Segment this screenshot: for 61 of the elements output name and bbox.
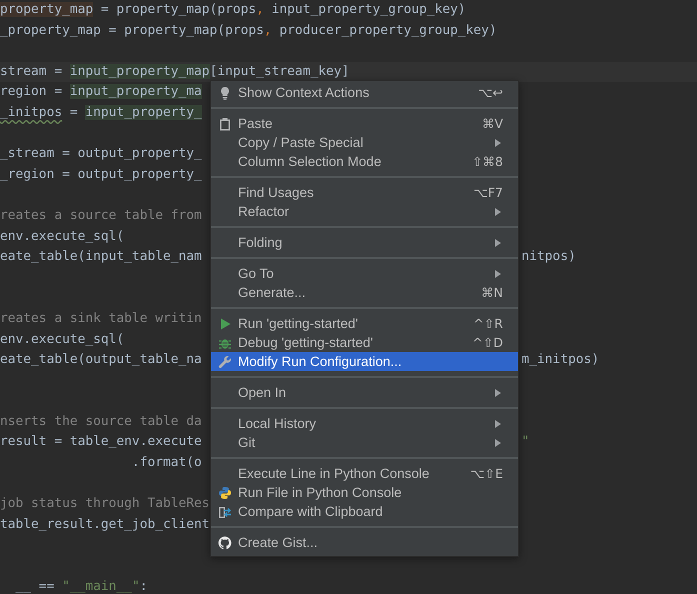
code-text: env.execute_sql( [0,332,124,346]
menu-item[interactable]: Find Usages ⌥F7 [211,183,518,202]
code-editor[interactable] [0,0,697,594]
menu-item[interactable]: Create Gist... [211,533,518,552]
code-text: eate_table(input_table_nam [0,249,202,264]
menu-item[interactable]: Run File in Python Console [211,483,518,502]
menu-item[interactable]: Execute Line in Python Console ⌥⇧E [211,464,518,483]
menu-item[interactable]: Copy / Paste Special [211,133,518,152]
menu-item[interactable]: Modify Run Configuration... [211,352,518,371]
code-text: _initpos [0,104,62,120]
code-text: property_map [0,2,94,17]
menu-item[interactable]: Folding [211,233,518,252]
code-text: [input_stream_key] [210,64,350,79]
code-text: : [140,578,148,594]
code-text: = property_map(props [100,2,256,17]
menu-item[interactable]: Go To [211,264,518,283]
code-text: table_result.get_job_client [0,516,210,532]
clipboard-icon [218,116,232,130]
code-text: "__main__" [62,578,140,594]
code-text: region = [0,84,64,100]
code-text: result = table_env.execute [0,434,202,450]
code-text: = [68,104,79,120]
code-text: input_property_ma [70,84,202,100]
menu-item[interactable]: Paste ⌘V [211,114,518,133]
code-text: , [256,2,264,17]
menu-item[interactable]: Git [211,433,518,452]
code-text: input_property_group_key) [270,2,466,17]
code-text: job status through TableRes [0,496,210,512]
code-text: input_property_ [85,104,202,120]
code-text: _property_map = property_map(props [0,22,264,38]
code-text: " [522,434,530,450]
menu-item[interactable]: Compare with Clipboard [211,502,518,521]
code-text: __ == [14,578,56,594]
menu-item[interactable]: Debug 'getting-started' ^⇧D [211,333,518,352]
code-text: _region = output_property_ [0,166,202,182]
menu-item[interactable]: Open In [211,383,518,402]
menu-item[interactable]: Generate... ⌘N [211,283,518,302]
code-text: m_initpos) [522,352,600,368]
menu-item[interactable]: Refactor [211,202,518,221]
code-text: nitpos) [522,249,576,264]
menu-item[interactable]: Local History [211,414,518,433]
code-text: nserts the source table da [0,414,202,429]
compare-icon [218,504,232,518]
wrench-icon [218,354,232,368]
code-text: reates a sink table writin [0,310,202,326]
code-text: input_property_map [70,64,210,79]
code-text: , [264,22,272,38]
code-text: env.execute_sql( [0,228,124,244]
code-text: reates a source table from [0,208,202,223]
lightbulb-icon [218,86,232,100]
cat-silhouette-icon [218,536,232,550]
snake-logo-icon [218,486,232,500]
play-icon [218,316,232,330]
menu-item[interactable]: Run 'getting-started' ^⇧R [211,314,518,333]
menu-item[interactable]: Show Context Actions ⌥↩ [211,83,518,102]
code-text: .format(o [130,455,202,470]
code-text: producer_property_group_key) [278,22,497,38]
code-text: _stream = output_property_ [0,146,202,162]
code-text: stream = [0,64,64,79]
code-text: eate_table(output_table_na [0,352,202,368]
menu-item[interactable]: Column Selection Mode ⇧⌘8 [211,152,518,171]
